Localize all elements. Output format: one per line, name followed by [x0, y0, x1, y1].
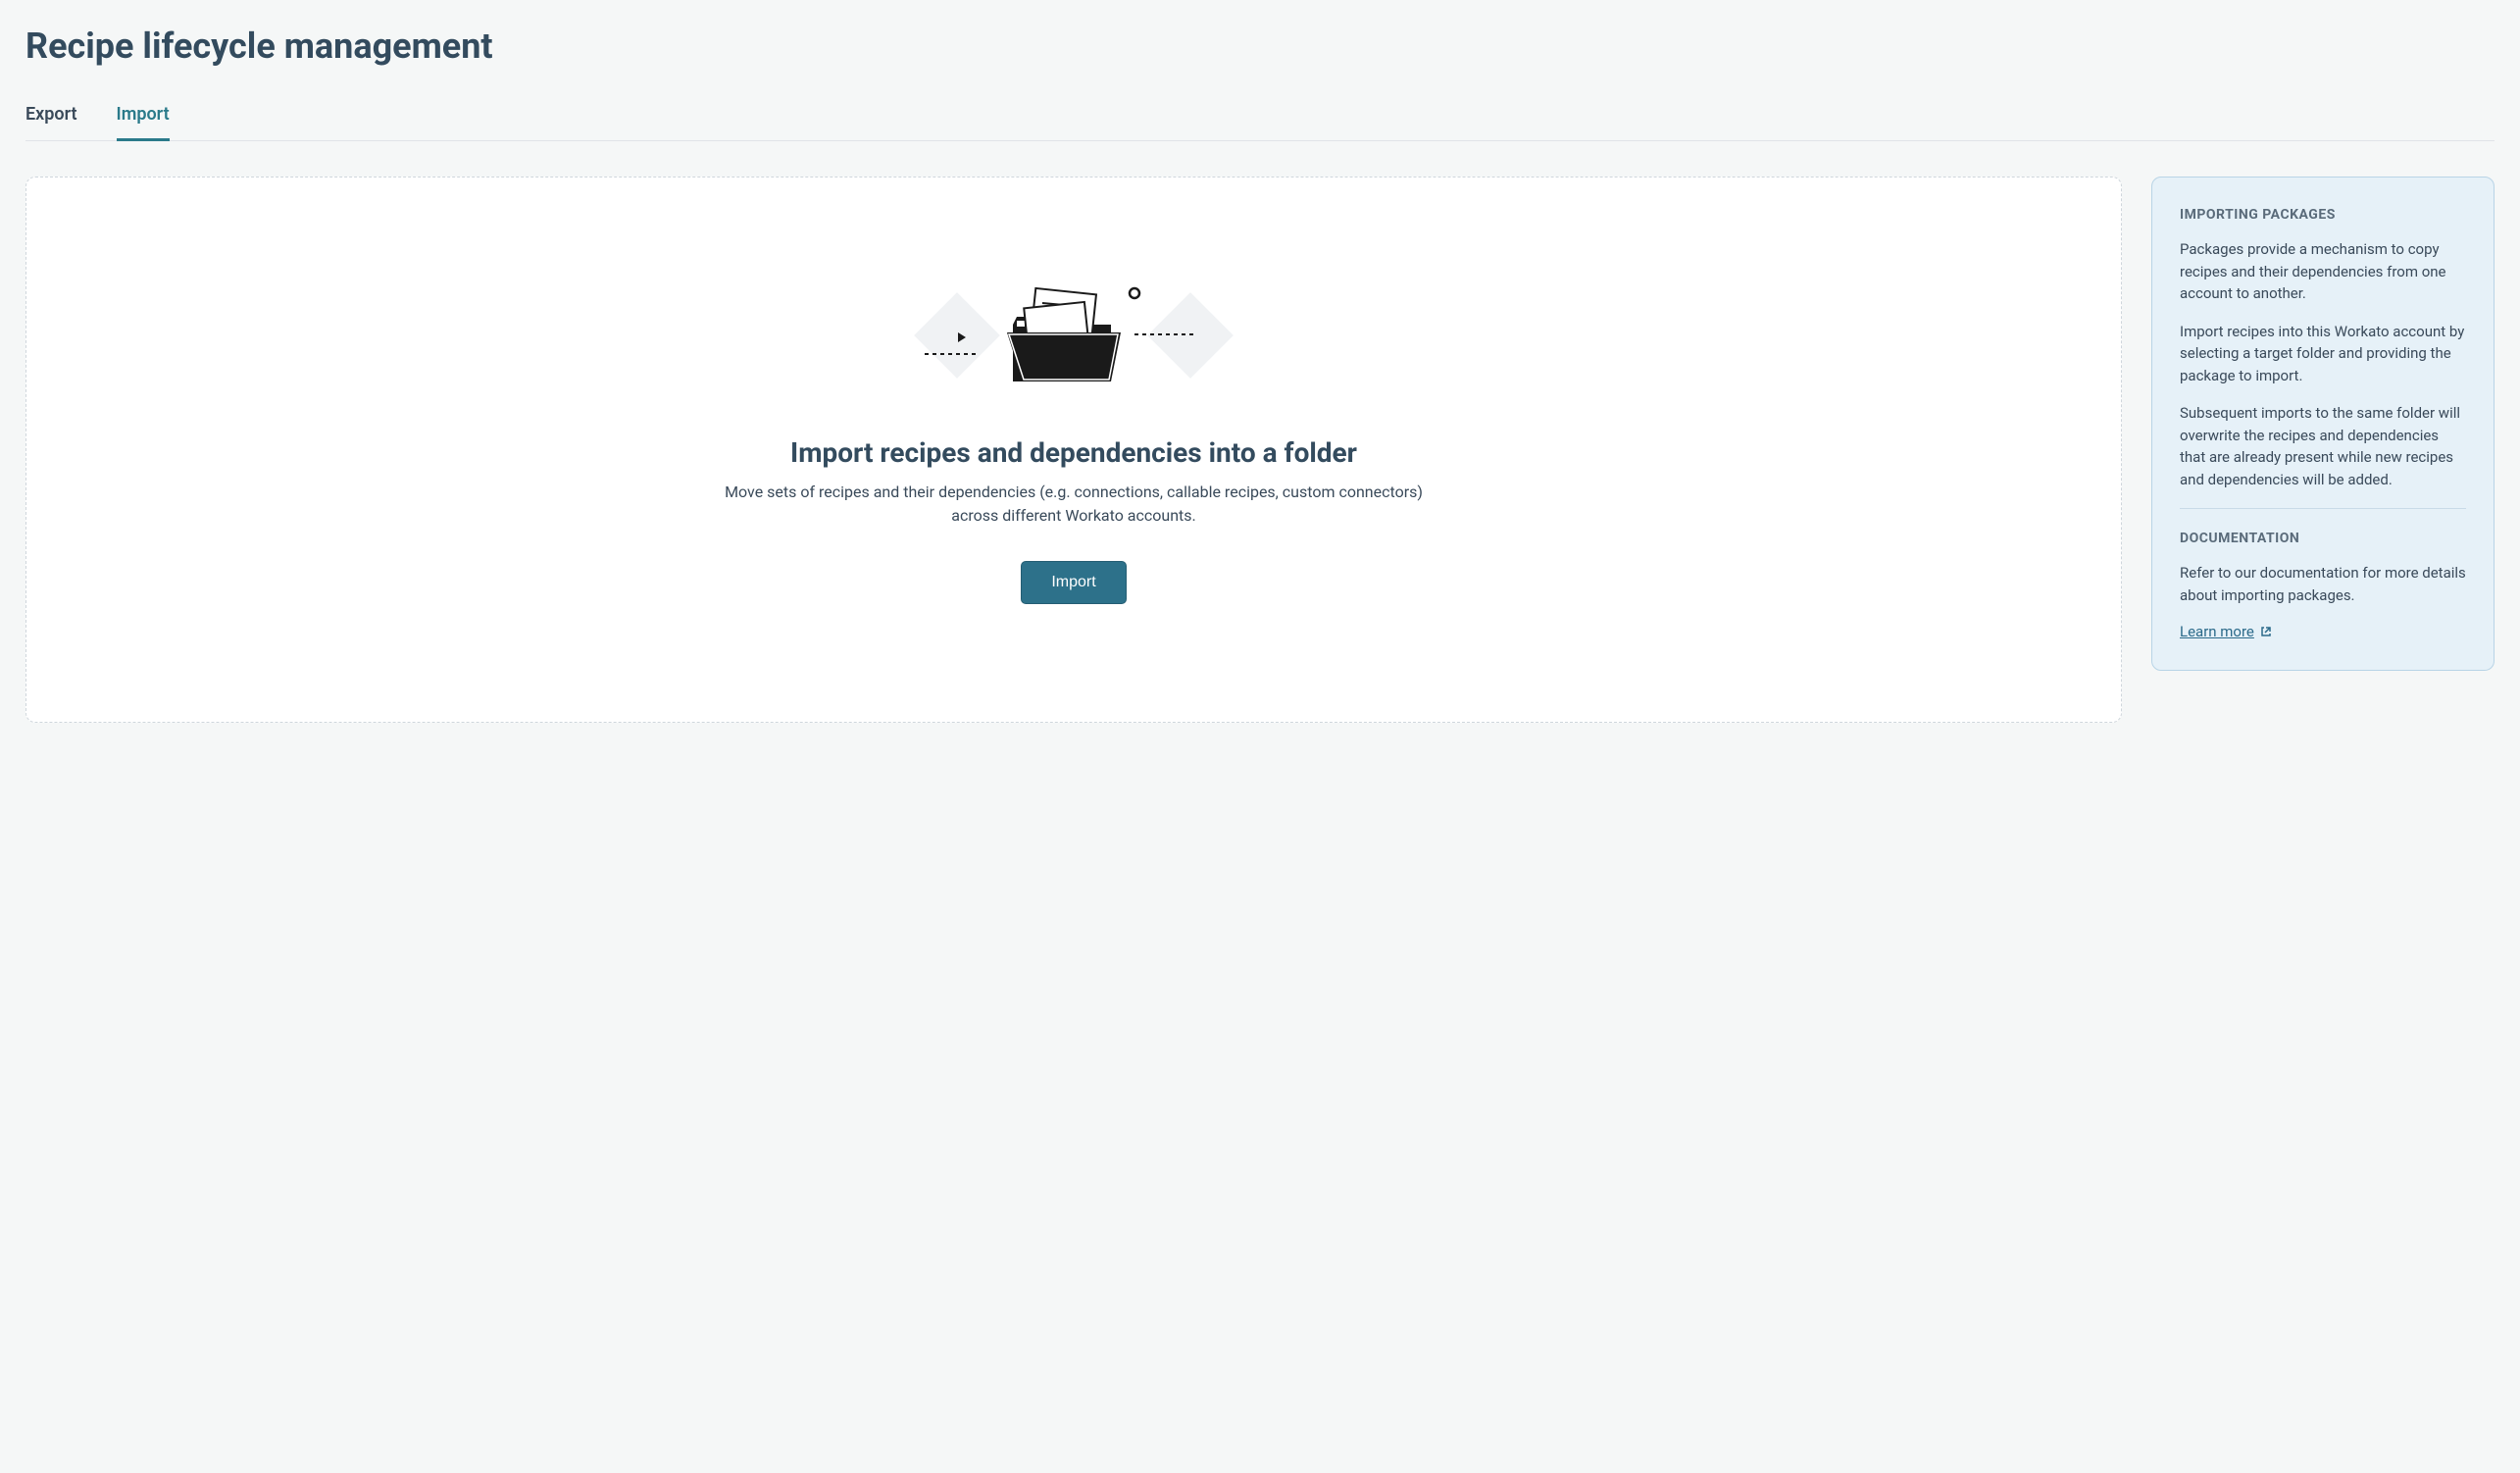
learn-more-text: Learn more — [2180, 623, 2254, 640]
sidebar-para-3: Subsequent imports to the same folder wi… — [2180, 402, 2466, 490]
learn-more-link[interactable]: Learn more — [2180, 623, 2272, 640]
import-heading: Import recipes and dependencies into a f… — [790, 436, 1357, 469]
tab-export[interactable]: Export — [25, 94, 77, 141]
sidebar-heading-documentation: DOCUMENTATION — [2180, 531, 2466, 546]
tab-import[interactable]: Import — [117, 94, 170, 141]
sidebar-para-2: Import recipes into this Workato account… — [2180, 321, 2466, 387]
page-title: Recipe lifecycle management — [25, 25, 2495, 67]
sidebar-para-1: Packages provide a mechanism to copy rec… — [2180, 238, 2466, 305]
import-description: Move sets of recipes and their dependenc… — [701, 481, 1446, 528]
import-card: Import recipes and dependencies into a f… — [25, 177, 2122, 723]
sidebar-heading-packages: IMPORTING PACKAGES — [2180, 207, 2466, 223]
info-sidebar: IMPORTING PACKAGES Packages provide a me… — [2151, 177, 2495, 671]
folder-illustration-icon — [907, 276, 1240, 397]
sidebar-divider — [2180, 508, 2466, 509]
tabs-bar: Export Import — [25, 94, 2495, 141]
content-row: Import recipes and dependencies into a f… — [25, 177, 2495, 723]
external-link-icon — [2260, 626, 2272, 637]
import-button[interactable]: Import — [1021, 561, 1126, 604]
sidebar-para-4: Refer to our documentation for more deta… — [2180, 562, 2466, 606]
